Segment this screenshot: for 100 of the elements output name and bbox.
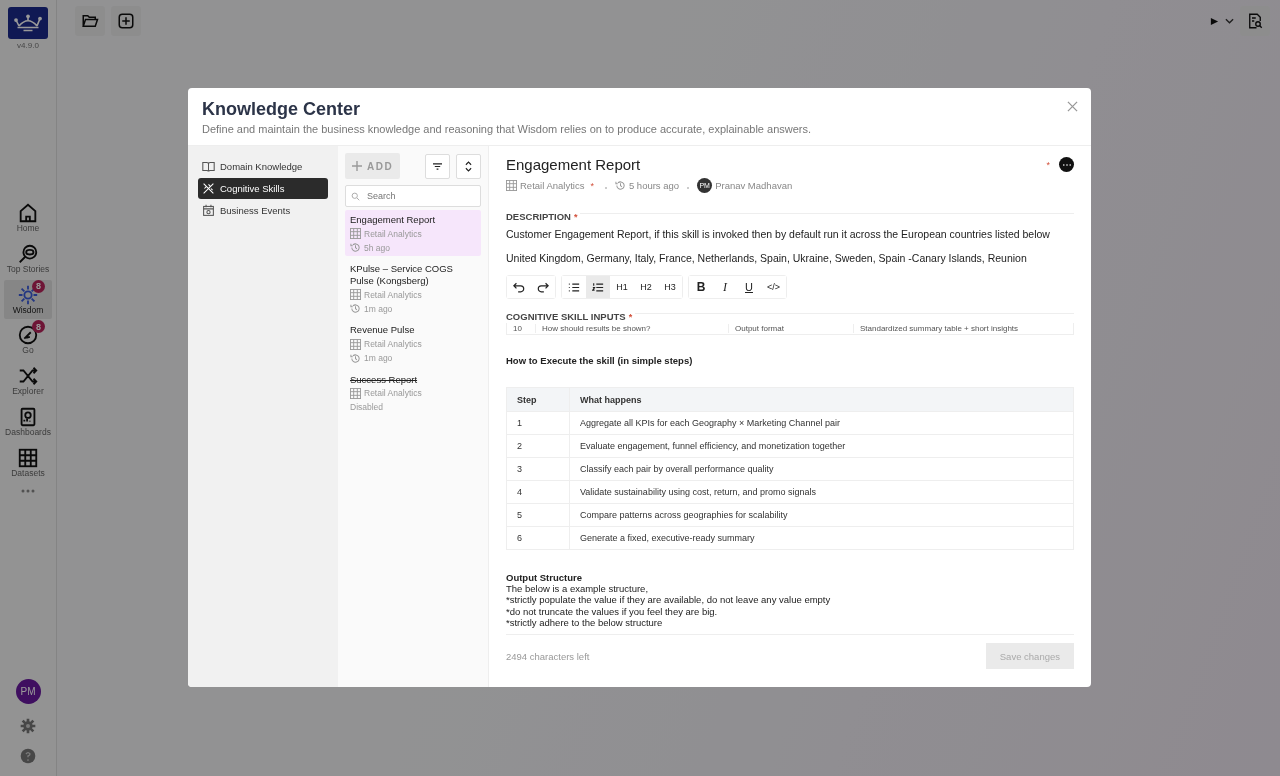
dataset-label: Retail Analytics <box>364 388 422 399</box>
history-icon <box>614 180 626 191</box>
document-search-icon <box>1246 12 1264 30</box>
category-tab[interactable]: Domain Knowledge <box>198 156 328 177</box>
skill-list-item[interactable]: KPulse – Service COGS Pulse (Kongsberg) Retail Analytics 1m ago <box>345 259 481 318</box>
dataset-label: Retail Analytics <box>364 289 422 300</box>
filter-icon <box>432 161 443 171</box>
play-icon[interactable] <box>1210 16 1219 26</box>
table-icon <box>350 338 361 350</box>
required-mark: * <box>573 211 578 222</box>
filter-button[interactable] <box>425 153 450 179</box>
description-text: Customer Engagement Report, if this skill is invoked then by default run it across the European countries listed below <box>506 228 1051 240</box>
section-label: COGNITIVE SKILL INPUTS <box>506 311 626 322</box>
steps-heading: How to Execute the skill (in simple steps) <box>506 355 694 366</box>
rail-nav-item[interactable]: Datasets <box>4 442 52 483</box>
table-icon <box>350 228 361 240</box>
updated-label: 5h ago <box>364 242 390 253</box>
required-mark: * <box>1046 159 1050 170</box>
bulleted-list-icon <box>568 281 580 293</box>
dialog-title: Knowledge Center <box>202 99 361 120</box>
table-cell: Evaluate engagement, funnel efficiency, and monetization together <box>569 434 1074 458</box>
history-icon <box>350 352 361 364</box>
plus-icon <box>117 12 135 30</box>
output-heading: Output Structure <box>506 572 583 584</box>
sort-button[interactable] <box>456 153 481 179</box>
output-text-line: *do not truncate the values if you feel they are big. <box>506 605 719 617</box>
skill-title: KPulse – Service COGS Pulse (Kongsberg) <box>350 263 454 287</box>
skill-heading: Engagement Report <box>506 156 642 173</box>
output-text-line: *strictly populate the value if they are available, do not leave any value empty <box>506 594 832 606</box>
search-icon <box>351 191 360 201</box>
required-mark: * <box>590 180 594 191</box>
updated-label: 1m ago <box>364 353 393 364</box>
table-cell: Classify each pair by overall performance quality <box>569 457 1074 481</box>
numbered-button[interactable] <box>586 276 610 298</box>
category-label: Business Events <box>220 205 291 216</box>
table-icon <box>350 387 361 399</box>
category-tab[interactable]: Cognitive Skills <box>198 178 328 199</box>
rail-nav-item[interactable]: Go 8 <box>4 320 52 361</box>
search-input[interactable]: Search <box>365 190 469 202</box>
table-cell: 2 <box>506 434 570 458</box>
add-button[interactable] <box>111 6 141 36</box>
version-label: v4.9.0 <box>17 41 39 50</box>
report-search-button[interactable] <box>1240 6 1270 36</box>
ellipsis-icon <box>1062 163 1071 166</box>
sort-icon <box>465 160 472 172</box>
close-icon[interactable] <box>1067 101 1078 112</box>
table-cell: Compare patterns across geographies for scalability <box>569 503 1074 527</box>
updated-label: 5 hours ago <box>628 180 680 191</box>
dataset-label: Retail Analytics <box>364 339 422 350</box>
plus-icon <box>352 161 362 171</box>
category-tab[interactable]: Business Events <box>198 200 328 221</box>
table-cell: How should results be shown? <box>536 324 729 333</box>
column-header: Step <box>506 387 570 412</box>
table-cell: 4 <box>506 480 570 504</box>
table-cell: 3 <box>506 457 570 481</box>
skill-list-item[interactable]: Engagement Report Retail Analytics 5h ago <box>345 210 481 257</box>
notification-badge: 8 <box>32 320 45 334</box>
more-icon[interactable] <box>21 489 35 494</box>
table-icon <box>350 289 361 301</box>
updated-label: 1m ago <box>364 303 393 314</box>
book-icon <box>202 160 215 173</box>
settings-icon[interactable] <box>20 718 36 734</box>
chevron-down-icon[interactable] <box>1225 18 1234 24</box>
skill-list-item[interactable]: Revenue Pulse Retail Analytics 1m ago <box>345 320 481 367</box>
rail-nav-item[interactable]: Home <box>4 198 52 238</box>
output-text-line: The below is a example structure, <box>506 583 650 595</box>
dialog-subtitle: Define and maintain the business knowledge and reasoning that Wisdom relies on to produce accurate, explainable answers. <box>202 123 813 135</box>
rail-nav-item[interactable]: Top Stories <box>4 238 52 279</box>
required-mark: * <box>628 311 633 322</box>
user-avatar[interactable]: PM <box>15 679 41 704</box>
rail-nav-item[interactable]: Explorer <box>4 361 52 401</box>
updated-label: Disabled <box>350 401 384 412</box>
rail-nav-item[interactable]: Wisdom 8 <box>4 279 52 320</box>
search-field[interactable]: Search <box>345 185 481 207</box>
table-cell: 10 <box>507 324 536 333</box>
table-cell: Aggregate all KPIs for each Geography × Marketing Channel pair <box>569 411 1074 435</box>
table-cell: 6 <box>506 526 570 550</box>
dataset-label: Retail Analytics <box>520 180 585 191</box>
skill-title: Revenue Pulse <box>350 324 416 336</box>
author-name: Pranav Madhavan <box>715 180 793 191</box>
open-folder-button[interactable] <box>75 6 105 36</box>
rail-nav-item[interactable]: Dashboards <box>4 401 52 442</box>
section-label: DESCRIPTION <box>506 211 571 222</box>
category-label: Domain Knowledge <box>220 161 303 172</box>
table-cell-text: Standardized summary table + short insights <box>859 324 1020 333</box>
table-cell: 1 <box>506 411 570 435</box>
notification-badge: 8 <box>32 279 45 293</box>
app-logo[interactable] <box>8 7 48 39</box>
characters-left-label: 2494 characters left <box>506 650 590 662</box>
table-icon <box>506 180 517 191</box>
history-icon <box>350 303 361 315</box>
table-cell: Output format <box>729 324 854 333</box>
category-label: Cognitive Skills <box>220 183 285 194</box>
numbered-list-icon <box>592 281 604 293</box>
skill-title: Success Report <box>350 373 419 385</box>
description-text: United Kingdom, Germany, Italy, France, Netherlands, Spain, Ukraine, Sweden, Spain -Canary Islands, Reunion <box>506 252 1028 264</box>
table-cell: Validate sustainability using cost, return, and promo signals <box>569 480 1074 504</box>
dataset-label: Retail Analytics <box>364 228 422 239</box>
help-icon[interactable] <box>20 748 36 764</box>
more-options-button[interactable] <box>1059 157 1074 172</box>
